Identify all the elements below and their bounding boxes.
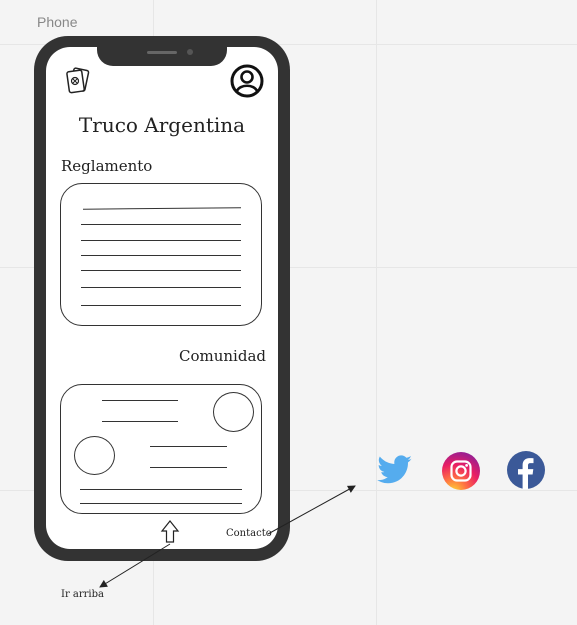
- twitter-icon[interactable]: [376, 452, 414, 487]
- annotation-arrows: [99, 485, 356, 588]
- facebook-icon[interactable]: [507, 451, 545, 489]
- arrow-to-back-to-top-note: [99, 543, 171, 588]
- instagram-icon[interactable]: [442, 452, 480, 490]
- contact-note: Contacto: [226, 528, 272, 539]
- arrow-to-social-icons: [267, 485, 356, 535]
- back-to-top-note: Ir arriba: [61, 589, 104, 600]
